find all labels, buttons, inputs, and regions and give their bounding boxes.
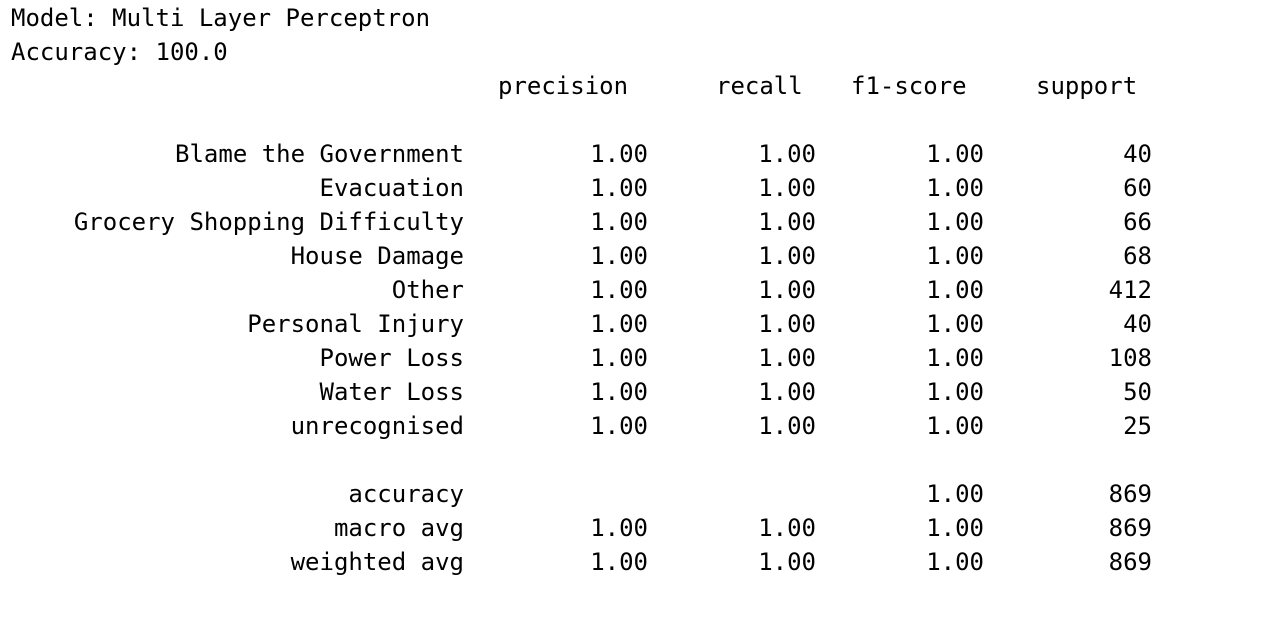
cell-f1: 1.00	[926, 242, 984, 270]
row-label: Power Loss	[319, 344, 465, 372]
row-label: unrecognised	[290, 412, 464, 440]
column-header-f1-score: f1-score	[851, 72, 967, 100]
cell-recall: 1.00	[758, 242, 816, 270]
cell-support: 108	[1108, 344, 1152, 372]
row-label: weighted avg	[290, 548, 464, 576]
cell-f1: 1.00	[926, 514, 984, 542]
cell-f1: 1.00	[926, 344, 984, 372]
column-header-precision: precision	[498, 72, 629, 100]
row-label: Blame the Government	[175, 140, 464, 168]
cell-recall: 1.00	[758, 378, 816, 406]
row-label: Water Loss	[319, 378, 465, 406]
cell-precision: 1.00	[590, 378, 648, 406]
cell-recall: 1.00	[758, 276, 816, 304]
cell-precision: 1.00	[590, 140, 648, 168]
cell-recall: 1.00	[758, 548, 816, 576]
cell-f1: 1.00	[926, 480, 984, 508]
row-label: Personal Injury	[247, 310, 464, 338]
cell-recall: 1.00	[758, 514, 816, 542]
column-header-recall: recall	[716, 72, 803, 100]
cell-f1: 1.00	[926, 548, 984, 576]
model-name-line: Model: Multi Layer Perceptron	[11, 4, 431, 32]
cell-precision: 1.00	[590, 276, 648, 304]
cell-recall: 1.00	[758, 310, 816, 338]
cell-support: 25	[1123, 412, 1152, 440]
cell-precision: 1.00	[590, 242, 648, 270]
cell-precision: 1.00	[590, 208, 648, 236]
cell-precision: 1.00	[590, 514, 648, 542]
cell-precision: 1.00	[590, 412, 648, 440]
cell-f1: 1.00	[926, 140, 984, 168]
cell-support: 869	[1108, 480, 1152, 508]
cell-support: 412	[1108, 276, 1152, 304]
cell-support: 66	[1123, 208, 1152, 236]
accuracy-line: Accuracy: 100.0	[11, 38, 228, 66]
cell-f1: 1.00	[926, 174, 984, 202]
cell-support: 40	[1123, 140, 1152, 168]
cell-support: 40	[1123, 310, 1152, 338]
cell-f1: 1.00	[926, 310, 984, 338]
cell-recall: 1.00	[758, 412, 816, 440]
row-label: accuracy	[348, 480, 464, 508]
row-label: Grocery Shopping Difficulty	[73, 208, 464, 236]
cell-f1: 1.00	[926, 412, 984, 440]
cell-support: 60	[1123, 174, 1152, 202]
cell-precision: 1.00	[590, 344, 648, 372]
row-label: macro avg	[333, 514, 464, 542]
cell-recall: 1.00	[758, 208, 816, 236]
row-label: House Damage	[290, 242, 464, 270]
cell-precision: 1.00	[590, 548, 648, 576]
cell-recall: 1.00	[758, 344, 816, 372]
cell-support: 68	[1123, 242, 1152, 270]
cell-f1: 1.00	[926, 378, 984, 406]
cell-precision: 1.00	[590, 174, 648, 202]
cell-support: 869	[1108, 514, 1152, 542]
cell-precision: 1.00	[590, 310, 648, 338]
cell-support: 869	[1108, 548, 1152, 576]
cell-recall: 1.00	[758, 140, 816, 168]
row-label: Evacuation	[319, 174, 465, 202]
row-label: Other	[391, 276, 464, 304]
cell-f1: 1.00	[926, 276, 984, 304]
column-header-support: support	[1036, 72, 1138, 100]
cell-recall: 1.00	[758, 174, 816, 202]
cell-f1: 1.00	[926, 208, 984, 236]
cell-support: 50	[1123, 378, 1152, 406]
